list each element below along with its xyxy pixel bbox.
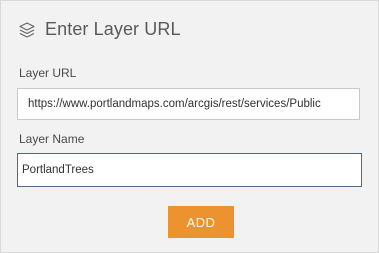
- panel-title: Enter Layer URL: [45, 19, 181, 39]
- layer-name-label: Layer Name: [19, 132, 85, 146]
- panel-header: Enter Layer URL: [18, 19, 181, 40]
- add-button[interactable]: ADD: [168, 206, 234, 238]
- layer-url-label: Layer URL: [19, 66, 77, 80]
- layer-name-input[interactable]: [17, 153, 362, 187]
- layer-url-input[interactable]: [17, 88, 360, 120]
- layers-icon: [18, 21, 36, 39]
- add-layer-panel: Enter Layer URL Layer URL Layer Name ADD: [0, 0, 379, 253]
